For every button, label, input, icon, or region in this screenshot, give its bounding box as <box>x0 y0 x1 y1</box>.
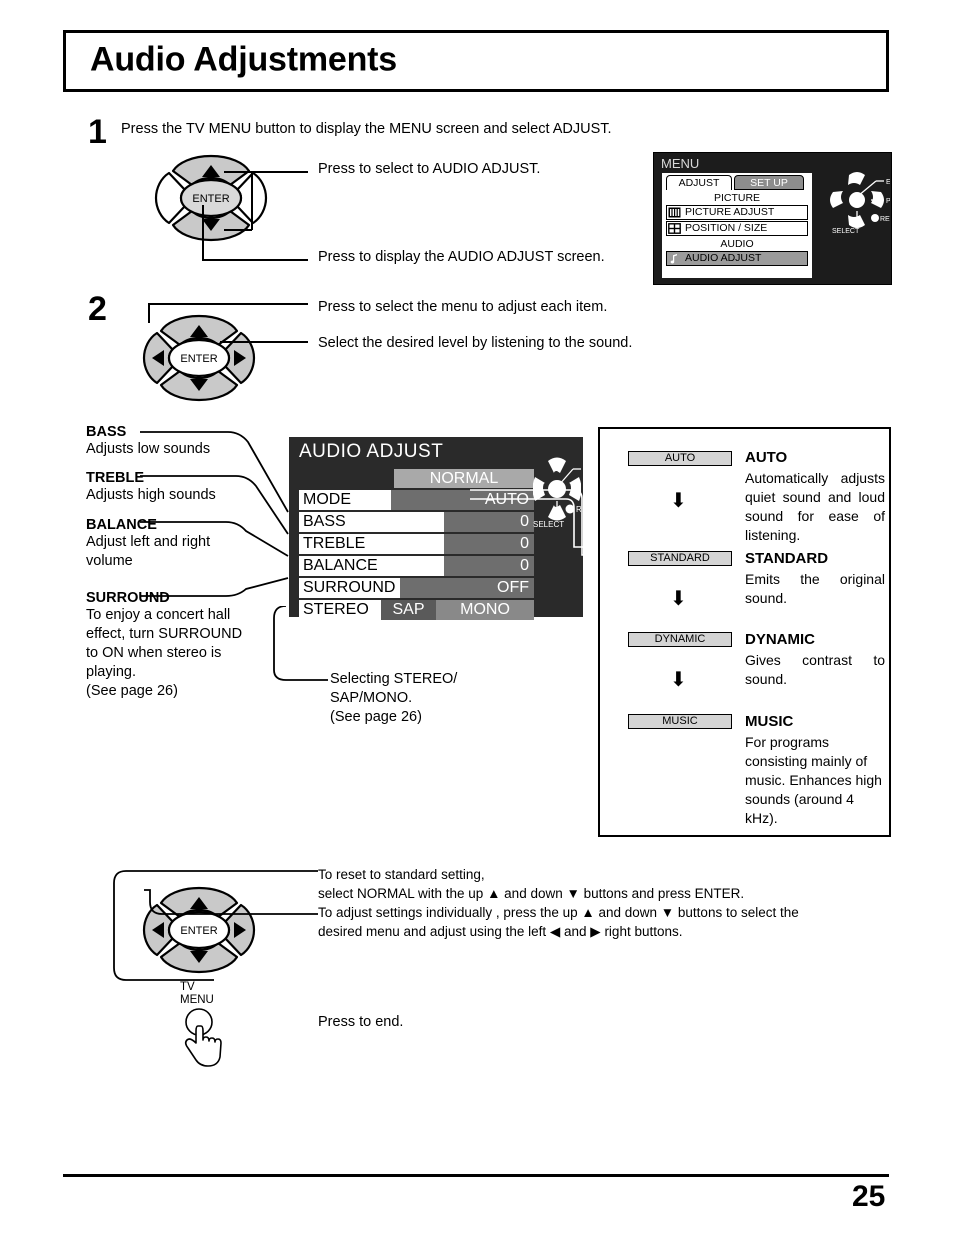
audio-row-balance-label: BALANCE <box>303 557 378 574</box>
menu-osd-navpad: ENTER PAGE RETURN SELECT <box>824 167 890 243</box>
tv-menu-button-hand-icon[interactable] <box>178 1008 234 1080</box>
step1-callout-leader-b <box>224 229 252 231</box>
position-size-icon <box>668 223 681 234</box>
audio-row-stereo-value-sap[interactable]: SAP <box>381 600 436 620</box>
step-1-number: 1 <box>88 113 107 151</box>
press-to-end-text: Press to end. <box>318 1014 404 1030</box>
menu-section-picture-heading: PICTURE <box>713 192 761 204</box>
svg-text:ENTER: ENTER <box>180 353 217 365</box>
mode-head-dynamic: DYNAMIC <box>745 631 815 648</box>
step1-callout2-leader <box>202 259 308 261</box>
page-number: 25 <box>852 1180 886 1213</box>
audio-row-surround-value: OFF <box>400 578 534 598</box>
menu-navpad-page-label: PAGE <box>886 198 890 205</box>
bottom-adjust-line2: desired menu and adjust using the left ◀… <box>318 924 683 939</box>
bottom-adjust-line1: To adjust settings individually , press … <box>318 905 799 920</box>
left-label-leaders <box>140 431 289 597</box>
audio-row-surround[interactable]: SURROUND OFF <box>299 578 534 598</box>
mode-desc-auto: Automatically adjusts quiet sound and lo… <box>745 470 885 543</box>
arrow-down-icon-2: ⬇ <box>670 588 687 610</box>
tab-set-up[interactable]: SET UP <box>734 175 804 190</box>
menu-osd-body: ADJUST SET UP PICTURE PICTURE ADJUST POS… <box>662 173 812 278</box>
bottom-reset-line2: select NORMAL with the up ▲ and down ▼ b… <box>318 886 745 901</box>
menu-navpad-return-label: RETURN <box>880 216 890 223</box>
menu-tabs: ADJUST SET UP <box>662 175 812 190</box>
arrow-down-icon-1: ⬇ <box>670 490 687 512</box>
label-surround-body: To enjoy a concert hall effect, turn SUR… <box>86 607 243 699</box>
step2-callout-2: Select the desired level by listening to… <box>318 335 633 351</box>
step2-callout1-vline <box>148 303 150 323</box>
menu-navpad-select-label: SELECT <box>832 228 860 235</box>
menu-osd-screen: MENU ADJUST SET UP PICTURE PICTURE ADJUS… <box>653 152 892 285</box>
step-1-intro: Press the TV MENU button to display the … <box>121 121 612 137</box>
remote-navpad-step2[interactable]: ENTER <box>140 312 258 404</box>
page-title: Audio Adjustments <box>90 40 397 79</box>
mode-chip-dynamic: DYNAMIC <box>628 632 732 647</box>
menu-item-picture-adjust[interactable]: PICTURE ADJUST <box>666 205 808 220</box>
audio-row-treble-label: TREBLE <box>303 535 366 552</box>
mode-head-standard: STANDARD <box>745 550 829 567</box>
bottom-reset-line1: To reset to standard setting, <box>318 867 485 882</box>
picture-bars-icon <box>668 207 681 218</box>
mode-chip-standard: STANDARD <box>628 551 732 566</box>
arrow-down-icon-3: ⬇ <box>670 669 687 691</box>
mode-head-music: MUSIC <box>745 713 794 730</box>
step1-callout-2: Press to display the AUDIO ADJUST screen… <box>318 249 605 265</box>
mode-desc-music: For programs consisting mainly of music.… <box>745 734 882 826</box>
audio-row-mode-label: MODE <box>303 491 351 508</box>
audio-row-stereo[interactable]: STEREO SAP MONO <box>299 600 534 620</box>
menu-navpad-enter-label: ENTER <box>886 179 890 186</box>
step-2-number: 2 <box>88 290 107 328</box>
step1-enter-vline <box>202 205 204 261</box>
menu-item-picture-adjust-label: PICTURE ADJUST <box>685 206 775 218</box>
page-title-box: Audio Adjustments <box>63 30 889 92</box>
menu-item-audio-adjust-label: AUDIO ADJUST <box>685 252 762 264</box>
mode-chip-auto: AUTO <box>628 451 732 466</box>
audio-adjust-title: AUDIO ADJUST <box>299 441 444 462</box>
mode-chip-music: MUSIC <box>628 714 732 729</box>
step2-callout2-leader <box>220 341 308 343</box>
menu-osd-title: MENU <box>661 156 700 171</box>
tv-menu-label-line1: TV <box>180 981 195 993</box>
normal-button[interactable]: NORMAL <box>394 469 534 488</box>
svg-text:ENTER: ENTER <box>192 193 229 205</box>
step1-callout-1: Press to select to AUDIO ADJUST. <box>318 161 541 177</box>
footer-rule <box>63 1174 889 1177</box>
step2-callout-1: Press to select the menu to adjust each … <box>318 299 608 315</box>
stereo-caption: Selecting STEREO/ SAP/MONO. (See page 26… <box>330 671 458 725</box>
menu-item-position-size-label: POSITION / SIZE <box>685 222 768 234</box>
mode-desc-standard: Emits the original sound. <box>745 571 885 606</box>
bottom-callout-leaders <box>113 870 318 981</box>
mode-to-auto-leader <box>470 489 602 556</box>
audio-row-surround-label: SURROUND <box>303 579 396 596</box>
tv-menu-label: TV MENU <box>180 981 214 1007</box>
menu-section-audio-heading: AUDIO <box>720 238 754 250</box>
audio-row-stereo-value-mono[interactable]: MONO <box>436 600 534 620</box>
mode-description-box: AUTO AUTO Automatically adjusts quiet so… <box>598 427 891 837</box>
step2-callout1-leader <box>148 303 308 305</box>
tv-menu-label-line2: MENU <box>180 994 214 1006</box>
stereo-caption-leader <box>273 606 328 681</box>
music-note-icon <box>668 253 681 264</box>
step1-callout-vline <box>251 171 253 230</box>
audio-row-bass-label: BASS <box>303 513 346 530</box>
step1-callout1-leader <box>224 171 308 173</box>
menu-item-position-size[interactable]: POSITION / SIZE <box>666 221 808 236</box>
mode-desc-dynamic: Gives contrast to sound. <box>745 652 885 687</box>
tab-adjust[interactable]: ADJUST <box>666 175 732 190</box>
mode-head-auto: AUTO <box>745 449 788 466</box>
menu-item-audio-adjust[interactable]: AUDIO ADJUST <box>666 251 808 266</box>
